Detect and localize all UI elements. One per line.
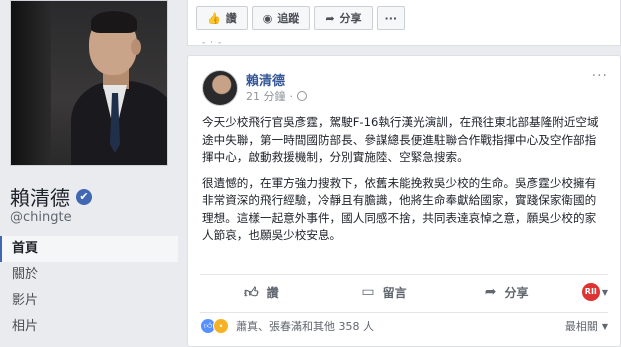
post-time-text: 21 分鐘 <box>246 90 286 103</box>
page-follow-button[interactable]: ◉ 追蹤 <box>251 6 311 30</box>
post-body: 今天少校飛行官吳彥霆，駕駛F-16執行漢光演訓，在飛往東北部基隆附近空域途中失聯… <box>202 114 607 253</box>
like-label: 讚 <box>266 285 279 300</box>
profile-photo[interactable] <box>10 0 168 166</box>
post-action-bar: 👍︎ 讚 ▭ 留言 ➦ 分享 RII ▼ <box>200 274 608 309</box>
thumbs-up-icon: 👍︎ <box>244 284 259 301</box>
page-follow-label: 追蹤 <box>277 12 300 25</box>
profile-sidebar: 賴清德 ✔ @chingte 首頁 關於 影片 相片 <box>0 0 178 347</box>
profile-name-text[interactable]: 賴清德 <box>10 182 70 211</box>
share-label: 分享 <box>504 285 529 300</box>
reaction-icons[interactable]: 👍︎ • <box>200 318 229 334</box>
share-arrow-icon: ➦ <box>325 11 335 25</box>
post-paragraph: 今天少校飛行官吳彥霆，駕駛F-16執行漢光演訓，在飛往東北部基隆附近空域途中失聯… <box>202 115 599 164</box>
post-paragraph: 很遺憾的，在軍方強力搜救下，依舊未能挽救吳少校的生命。吳彥霆少校擁有非常資深的飛… <box>202 175 597 243</box>
post-timestamp[interactable]: 21 分鐘 · <box>246 88 307 104</box>
comment-sort-selector[interactable]: 最相關 ▼ <box>565 318 608 334</box>
post-options-button[interactable]: ··· <box>592 68 608 84</box>
post-card: 賴清德 21 分鐘 · ··· 今天少校飛行官吳彥霆，駕駛F-16執行漢光演訓，… <box>187 55 621 347</box>
page-more-button[interactable]: ··· <box>376 6 406 30</box>
nav-item-home[interactable]: 首頁 <box>0 236 178 262</box>
reactors-text[interactable]: 蕭真、張春滿和其他 358 人 <box>236 318 374 334</box>
profile-handle[interactable]: @chingte <box>10 210 72 225</box>
share-arrow-icon: ➦ <box>484 284 497 300</box>
previous-post-truncated: - · - <box>202 38 223 48</box>
share-button[interactable]: ➦ 分享 <box>445 284 568 301</box>
page-nav: 首頁 關於 影片 相片 <box>0 236 178 340</box>
page-like-label: 讚 <box>225 12 237 25</box>
page-like-button[interactable]: 👍 讚 <box>196 6 248 30</box>
sort-label: 最相關 <box>564 320 598 333</box>
chevron-down-icon: ▼ <box>601 287 609 297</box>
verified-badge-icon: ✔ <box>76 188 92 205</box>
post-author[interactable]: 賴清德 <box>246 70 285 89</box>
nav-item-photos[interactable]: 相片 <box>0 314 178 340</box>
page-share-label: 分享 <box>339 12 362 25</box>
reaction-summary: 👍︎ • 蕭真、張春滿和其他 358 人 最相關 ▼ <box>200 312 608 339</box>
author-avatar[interactable] <box>202 70 238 106</box>
rss-icon: ◉ <box>262 11 273 25</box>
like-button[interactable]: 👍︎ 讚 <box>200 284 323 301</box>
previous-post-footer: 👍 讚 ◉ 追蹤 ➦ 分享 ··· - · - <box>187 0 621 48</box>
comment-label: 留言 <box>382 285 407 300</box>
page-share-button[interactable]: ➦ 分享 <box>314 6 373 30</box>
globe-icon <box>297 91 307 101</box>
more-dots-icon: ··· <box>384 11 398 25</box>
sad-reaction-icon: • <box>213 318 229 334</box>
profile-name[interactable]: 賴清德 ✔ <box>10 182 92 211</box>
chevron-down-icon: ▼ <box>601 321 608 331</box>
post-as-selector[interactable]: RII ▼ <box>568 283 608 301</box>
thumbs-up-icon: 👍 <box>207 11 221 25</box>
comment-icon: ▭ <box>361 284 375 300</box>
nav-item-videos[interactable]: 影片 <box>0 288 178 314</box>
comment-button[interactable]: ▭ 留言 <box>323 284 446 301</box>
page-avatar-icon: RII <box>581 283 600 301</box>
nav-item-about[interactable]: 關於 <box>0 262 178 288</box>
